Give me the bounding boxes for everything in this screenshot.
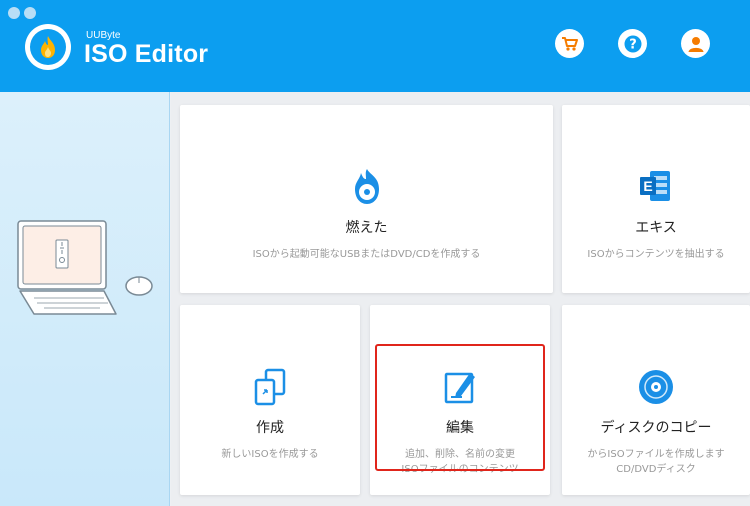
copy-disc-description-2: CD/DVDディスク	[616, 464, 696, 475]
laptop-illustration	[17, 220, 153, 315]
edit-card[interactable]: 編集 追加、削除、名前の変更 ISOファイルのコンテンツ	[370, 305, 550, 495]
sidebar	[0, 92, 170, 506]
burn-description: ISOから起動可能なUSBまたはDVD/CDを作成する	[252, 249, 481, 260]
window-minimize-button[interactable]	[24, 7, 36, 19]
svg-text:?: ?	[629, 37, 637, 52]
edit-icon	[440, 367, 480, 407]
create-title: 作成	[256, 420, 284, 436]
extract-description: ISOからコンテンツを抽出する	[587, 249, 725, 260]
user-icon	[688, 36, 703, 52]
copy-disc-description-1: からISOファイルを作成します	[587, 449, 725, 460]
create-card[interactable]: 作成 新しいISOを作成する	[180, 305, 360, 495]
copy-disc-card[interactable]: ディスクのコピー からISOファイルを作成します CD/DVDディスク	[562, 305, 750, 495]
burn-card[interactable]: 燃えた ISOから起動可能なUSBまたはDVD/CDを作成する	[180, 105, 553, 293]
window-close-button[interactable]	[8, 7, 20, 19]
edit-description-2: ISOファイルのコンテンツ	[401, 464, 519, 475]
help-icon: ?	[624, 35, 641, 52]
extract-card[interactable]: E エキス ISOからコンテンツを抽出する	[562, 105, 750, 293]
app-logo	[25, 24, 71, 70]
create-description: 新しいISOを作成する	[221, 449, 319, 460]
extract-title: エキス	[635, 220, 677, 236]
exchange-icon: E	[636, 167, 676, 207]
cart-icon	[561, 36, 578, 51]
title-bar: UUByte ISO Editor ?	[0, 0, 750, 92]
edit-description-1: 追加、削除、名前の変更	[405, 449, 515, 460]
copy-disc-title: ディスクのコピー	[600, 420, 712, 436]
main-content: 燃えた ISOから起動可能なUSBまたはDVD/CDを作成する E エキス IS…	[171, 92, 750, 506]
user-button[interactable]	[681, 29, 710, 58]
copy-files-icon	[250, 367, 290, 407]
flame-icon	[41, 36, 55, 58]
edit-title: 編集	[446, 420, 474, 436]
app-title: ISO Editor	[84, 40, 209, 68]
burn-title: 燃えた	[345, 220, 388, 236]
flame-disc-icon	[347, 167, 387, 207]
svg-text:E: E	[643, 178, 652, 194]
cart-button[interactable]	[555, 29, 584, 58]
help-button[interactable]: ?	[618, 29, 647, 58]
disc-icon	[636, 367, 676, 407]
